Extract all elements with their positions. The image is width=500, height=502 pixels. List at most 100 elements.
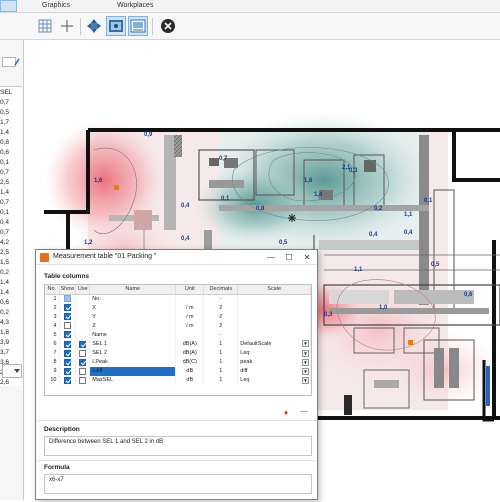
name-cell[interactable]: Ldiff (89, 366, 177, 376)
show-checkbox[interactable] (63, 313, 71, 321)
show-checkbox[interactable] (63, 358, 71, 366)
measurement-label[interactable]: 0,1 (424, 198, 432, 204)
measurement-label[interactable]: 1,0 (379, 305, 387, 311)
use-checkbox[interactable] (79, 367, 87, 375)
col-header-show[interactable]: Show (59, 285, 77, 295)
table-row[interactable]: 8 LPeak dB(C) 1 peak ▼ (45, 357, 311, 367)
scale-cell[interactable] (237, 312, 311, 322)
remove-row-icon[interactable]: — (300, 407, 308, 416)
name-cell: SEL 2 (89, 348, 177, 358)
grid-icon[interactable] (35, 16, 55, 36)
show-checkbox[interactable] (63, 322, 71, 330)
col-header-decimals[interactable]: Decimals (203, 285, 239, 295)
measurement-label[interactable]: 1,1 (404, 212, 412, 218)
chevron-down-icon[interactable]: ▼ (302, 358, 309, 366)
name-cell: SEL 1 (89, 339, 177, 349)
table-view-icon[interactable] (128, 16, 148, 36)
move-icon[interactable] (84, 16, 104, 36)
measurement-label[interactable]: 1,4 (314, 192, 322, 198)
measurement-label[interactable]: 0,4 (181, 236, 189, 242)
use-checkbox[interactable] (79, 358, 87, 366)
formula-field[interactable]: x6-x7 (44, 474, 312, 494)
table-row[interactable]: 6 SEL 1 dB(A) 1 DefaultScale ▼ (45, 339, 311, 349)
close-icon[interactable] (158, 16, 178, 36)
use-checkbox[interactable] (79, 349, 87, 357)
measurement-label[interactable]: 1,2 (84, 240, 92, 246)
show-checkbox[interactable] (63, 367, 71, 375)
measurement-label[interactable]: 1,6 (304, 178, 312, 184)
table-row[interactable]: 2 X / m2 (45, 303, 311, 313)
scale-cell[interactable] (237, 294, 311, 304)
col-header-no[interactable]: No. (45, 285, 60, 295)
measurement-label[interactable]: 0,5 (431, 262, 439, 268)
scale-cell[interactable]: Leq ▼ (237, 375, 311, 385)
measurement-label[interactable]: 0,7 (219, 156, 227, 162)
table-row[interactable]: 5 Name - (45, 330, 311, 340)
menu-workplaces[interactable]: Workplaces (117, 2, 153, 9)
table-row[interactable]: 3 Y / m2 (45, 312, 311, 322)
measurement-label[interactable]: 0,6 (464, 292, 472, 298)
measurement-label[interactable]: 0,2 (374, 206, 382, 212)
minimize-icon[interactable]: — (263, 252, 279, 263)
scale-cell[interactable]: Leq ▼ (237, 348, 311, 358)
measurement-label[interactable]: 0,9 (144, 132, 152, 138)
scale-cell[interactable] (237, 303, 311, 313)
left-panel-value: 3,9 (0, 339, 10, 346)
measurement-label[interactable]: 0,4 (369, 232, 377, 238)
col-header-name[interactable]: Name (89, 285, 177, 295)
show-checkbox[interactable] (63, 340, 71, 348)
show-checkbox[interactable] (63, 331, 71, 339)
table-row[interactable]: 7 SEL 2 dB(A) 1 Leq ▼ (45, 348, 311, 358)
table-row[interactable]: 4 Z / m2 (45, 321, 311, 331)
left-panel-value: 0,6 (0, 299, 10, 306)
measurement-label[interactable]: 1,6 (94, 178, 102, 184)
measurement-label[interactable]: 0,1 (221, 196, 229, 202)
measurement-label[interactable]: 0,3 (324, 312, 332, 318)
left-panel-value: SEL (0, 89, 13, 96)
measurement-label[interactable]: 0,4 (181, 203, 189, 209)
left-panel-dropdown[interactable] (2, 364, 22, 378)
use-checkbox[interactable] (79, 376, 87, 384)
show-checkbox[interactable] (63, 304, 71, 312)
measurement-label[interactable]: 0,4 (404, 230, 412, 236)
left-panel-value: 0,2 (0, 309, 10, 316)
pencil-icon[interactable] (14, 58, 20, 66)
menu-graphics[interactable]: Graphics (42, 2, 70, 9)
show-checkbox[interactable] (63, 349, 71, 357)
show-checkbox[interactable] (63, 295, 71, 303)
crosshair-icon[interactable] (57, 16, 77, 36)
scale-cell[interactable]: diff ▼ (237, 366, 311, 376)
show-cell (59, 366, 77, 376)
dialog-close-icon[interactable]: ✕ (299, 252, 315, 263)
maximize-icon[interactable]: ☐ (281, 252, 297, 263)
scale-cell[interactable] (237, 321, 311, 331)
chevron-down-icon[interactable]: ▼ (302, 349, 309, 357)
menu-item-active[interactable] (0, 0, 17, 12)
chevron-down-icon[interactable]: ▼ (302, 376, 309, 384)
add-row-icon[interactable]: ♦ (284, 408, 288, 417)
left-panel-value: 0,1 (0, 159, 10, 166)
show-checkbox[interactable] (63, 376, 71, 384)
view-icon[interactable] (106, 16, 126, 36)
use-checkbox[interactable] (79, 340, 87, 348)
measurement-label[interactable]: 0,8 (256, 206, 264, 212)
description-field[interactable]: Difference between SEL 1 and SEL 2 in dB (44, 436, 312, 456)
col-header-scale[interactable]: Scale (237, 285, 311, 295)
row-number: 7 (45, 348, 60, 358)
table-row[interactable]: 1 No. - (45, 294, 311, 304)
scale-cell[interactable]: DefaultScale ▼ (237, 339, 311, 349)
table-row[interactable]: 9 Ldiff dB 1 diff ▼ (45, 366, 311, 376)
col-header-unit[interactable]: Unit (175, 285, 205, 295)
measurement-label[interactable]: 1,1 (354, 267, 362, 273)
chevron-down-icon[interactable]: ▼ (302, 367, 309, 375)
chevron-down-icon[interactable]: ▼ (302, 340, 309, 348)
scale-cell[interactable] (237, 330, 311, 340)
scale-cell[interactable]: peak ▼ (237, 357, 311, 367)
col-header-use[interactable]: Use (75, 285, 91, 295)
table-row[interactable]: 10 MaxSEL dB 1 Leq ▼ (45, 375, 311, 385)
use-cell (75, 303, 91, 313)
left-panel-value: 1,7 (0, 119, 10, 126)
measurement-label[interactable]: 2,1 (342, 165, 350, 171)
table-columns-label: Table columns (44, 273, 90, 280)
measurement-label[interactable]: 0,5 (279, 240, 287, 246)
